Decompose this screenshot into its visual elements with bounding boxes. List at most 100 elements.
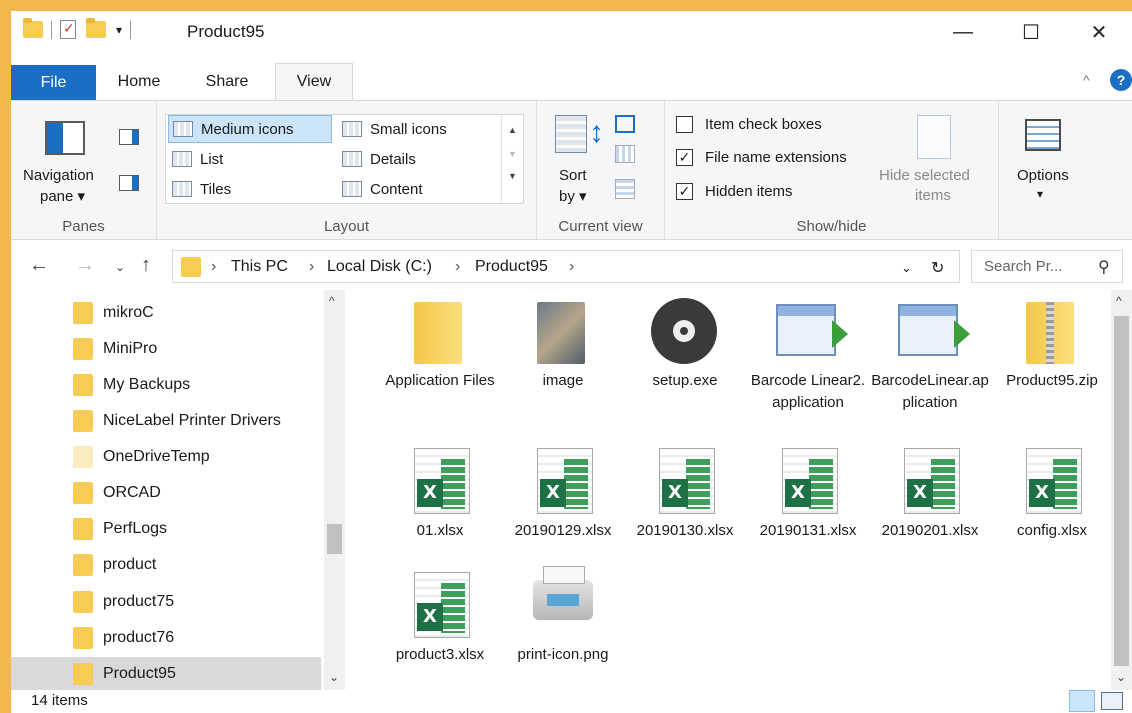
- search-icon[interactable]: ⚲: [1098, 257, 1110, 277]
- properties-icon[interactable]: [60, 20, 76, 39]
- forward-arrow-icon[interactable]: →: [75, 254, 95, 277]
- options-dropdown-icon[interactable]: ▾: [1037, 187, 1043, 201]
- details-pane-icon[interactable]: [119, 175, 139, 191]
- options-icon[interactable]: [1025, 119, 1061, 151]
- file-item[interactable]: X 01.xlsx: [380, 446, 500, 542]
- layout-list[interactable]: List: [168, 145, 332, 173]
- expand-gallery-icon[interactable]: ▼: [502, 171, 523, 181]
- sidebar-scroll-thumb[interactable]: [327, 524, 342, 554]
- breadcrumb-separator[interactable]: ›: [309, 258, 314, 276]
- sidebar-scrollbar[interactable]: ^ ⌄: [324, 290, 345, 690]
- breadcrumb-local-disk[interactable]: Local Disk (C:): [327, 258, 432, 276]
- sidebar-item[interactable]: product: [11, 548, 321, 582]
- customize-toolbar-icon[interactable]: ▾: [116, 23, 122, 37]
- back-arrow-icon[interactable]: ←: [29, 254, 49, 277]
- navigation-pane-label[interactable]: Navigation: [23, 167, 94, 184]
- search-box[interactable]: Search Pr... ⚲: [971, 250, 1123, 283]
- tab-home[interactable]: Home: [103, 63, 175, 100]
- item-check-boxes-checkbox[interactable]: [676, 116, 693, 133]
- scroll-up-icon[interactable]: ▲: [502, 125, 523, 135]
- sidebar-item[interactable]: PerfLogs: [11, 512, 321, 546]
- hide-selected-items-icon[interactable]: [917, 115, 951, 159]
- sidebar-item[interactable]: Product95: [11, 657, 321, 691]
- breadcrumb-separator[interactable]: ›: [569, 258, 574, 276]
- layout-content[interactable]: Content: [338, 175, 498, 203]
- address-dropdown-icon[interactable]: ⌄: [901, 260, 912, 276]
- layout-scroller[interactable]: ▲ ▼ ▼: [501, 115, 523, 203]
- show-hide-group: Item check boxes ✓ File name extensions …: [665, 101, 999, 239]
- help-icon[interactable]: ?: [1110, 69, 1132, 91]
- file-item[interactable]: BarcodeLinear.application: [870, 296, 990, 414]
- search-input[interactable]: Search Pr...: [984, 258, 1062, 275]
- content-scrollbar[interactable]: ^ ⌄: [1111, 290, 1132, 690]
- scroll-up-icon[interactable]: ^: [1116, 294, 1122, 308]
- collapse-ribbon-icon[interactable]: ^: [1083, 72, 1090, 88]
- sort-icon[interactable]: [555, 115, 587, 153]
- new-folder-icon[interactable]: [86, 18, 106, 38]
- sidebar-item[interactable]: My Backups: [11, 368, 321, 402]
- item-check-boxes-label[interactable]: Item check boxes: [705, 116, 822, 133]
- size-columns-icon[interactable]: [615, 179, 635, 199]
- breadcrumb-product95[interactable]: Product95: [475, 258, 548, 276]
- tab-file[interactable]: File: [11, 65, 96, 100]
- hidden-items-checkbox[interactable]: ✓: [676, 183, 693, 200]
- sidebar-item[interactable]: ORCAD: [11, 476, 321, 510]
- file-item[interactable]: print-icon.png: [503, 566, 623, 666]
- file-item[interactable]: X 20190130.xlsx: [625, 446, 745, 542]
- scroll-down-icon[interactable]: ▼: [502, 149, 523, 159]
- preview-pane-icon[interactable]: [119, 129, 139, 145]
- breadcrumb-separator[interactable]: ›: [211, 258, 216, 276]
- layout-tiles[interactable]: Tiles: [168, 175, 332, 203]
- hidden-items-label[interactable]: Hidden items: [705, 183, 793, 200]
- file-item[interactable]: setup.exe: [625, 296, 745, 392]
- navigation-pane-icon[interactable]: [45, 121, 85, 155]
- file-item[interactable]: Barcode Linear2.application: [748, 296, 868, 414]
- refresh-icon[interactable]: ↻: [931, 258, 944, 278]
- layout-medium-icons[interactable]: Medium icons: [168, 115, 332, 143]
- group-by-icon[interactable]: [615, 115, 635, 133]
- file-item[interactable]: X 20190129.xlsx: [503, 446, 623, 542]
- scroll-up-icon[interactable]: ^: [329, 294, 335, 308]
- scroll-down-icon[interactable]: ⌄: [1116, 670, 1126, 684]
- scroll-down-icon[interactable]: ⌄: [329, 670, 339, 684]
- sidebar-item[interactable]: product76: [11, 621, 321, 655]
- close-button[interactable]: ✕: [1065, 11, 1132, 54]
- options-label[interactable]: Options: [1017, 167, 1069, 184]
- details-view-icon[interactable]: [1069, 690, 1095, 712]
- tab-view[interactable]: View: [275, 63, 353, 100]
- sidebar-item[interactable]: product75: [11, 585, 321, 619]
- ribbon-tabs: File Home Share View ^ ?: [11, 54, 1132, 100]
- layout-details[interactable]: Details: [338, 145, 498, 173]
- tab-share[interactable]: Share: [191, 63, 263, 100]
- breadcrumb-separator[interactable]: ›: [455, 258, 460, 276]
- file-name-extensions-label[interactable]: File name extensions: [705, 149, 847, 166]
- large-icons-view-icon[interactable]: [1101, 692, 1123, 710]
- file-item[interactable]: Product95.zip: [992, 296, 1112, 392]
- hide-selected-items-label-2[interactable]: items: [915, 187, 951, 204]
- file-item[interactable]: image: [503, 296, 623, 392]
- minimize-button[interactable]: —: [929, 11, 997, 54]
- address-bar[interactable]: › This PC › Local Disk (C:) › Product95 …: [172, 250, 960, 283]
- file-name-extensions-checkbox[interactable]: ✓: [676, 149, 693, 166]
- add-columns-icon[interactable]: [615, 145, 635, 163]
- file-item[interactable]: Xconfig.xlsx: [992, 446, 1112, 542]
- breadcrumb-this-pc[interactable]: This PC: [231, 258, 288, 276]
- sidebar-item[interactable]: OneDriveTemp: [11, 440, 321, 474]
- maximize-button[interactable]: ☐: [997, 11, 1065, 54]
- sidebar-item[interactable]: MiniPro: [11, 332, 321, 366]
- sort-by-label-2[interactable]: by ▾: [559, 187, 587, 205]
- sort-by-label[interactable]: Sort: [559, 167, 587, 184]
- sidebar-item[interactable]: NiceLabel Printer Drivers: [11, 404, 321, 438]
- sidebar-item[interactable]: mikroC: [11, 296, 321, 330]
- recent-locations-icon[interactable]: ⌄: [115, 260, 125, 274]
- navigation-pane-label-2[interactable]: pane ▾: [40, 187, 85, 205]
- up-arrow-icon[interactable]: ↑: [141, 254, 151, 277]
- file-item[interactable]: X 20190131.xlsx: [748, 446, 868, 542]
- file-item[interactable]: Application Files: [380, 296, 500, 392]
- file-item[interactable]: Xproduct3.xlsx: [380, 570, 500, 666]
- content-scroll-thumb[interactable]: [1114, 316, 1129, 666]
- file-item[interactable]: X 20190201.xlsx: [870, 446, 990, 542]
- layout-small-icons[interactable]: Small icons: [338, 115, 498, 143]
- hide-selected-items-label[interactable]: Hide selected: [879, 167, 970, 184]
- zip-folder-icon: [1012, 296, 1092, 364]
